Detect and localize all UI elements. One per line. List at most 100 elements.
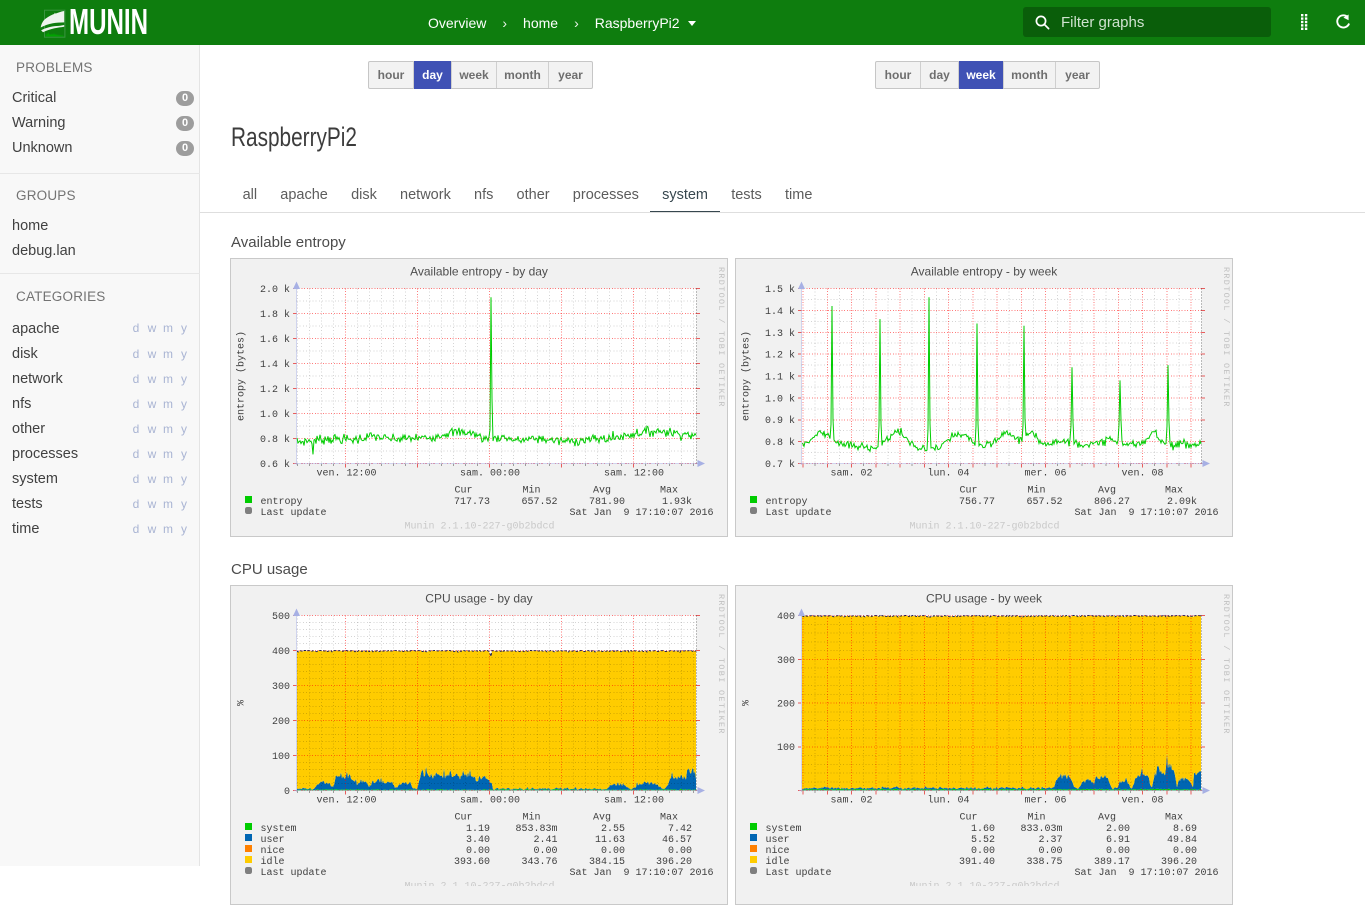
svg-text:Min: Min	[522, 812, 540, 824]
svg-text:1.60: 1.60	[971, 824, 995, 835]
svg-text:1.93k: 1.93k	[662, 496, 692, 508]
svg-text:lun. 04: lun. 04	[927, 795, 969, 807]
svg-text:Min: Min	[1027, 812, 1045, 824]
svg-text:200: 200	[272, 717, 290, 728]
svg-text:Avg: Avg	[1098, 486, 1116, 497]
svg-text:1.0 k: 1.0 k	[260, 409, 290, 421]
svg-text:2.55: 2.55	[601, 824, 625, 835]
svg-text:Last update: Last update	[261, 507, 327, 519]
svg-text:RRDTOOL / TOBI OETIKER: RRDTOOL / TOBI OETIKER	[716, 594, 726, 735]
svg-text:Cur: Cur	[959, 813, 977, 824]
svg-text:Cur: Cur	[454, 486, 472, 497]
svg-text:user: user	[766, 835, 790, 846]
svg-text:entropy (bytes): entropy (bytes)	[741, 331, 753, 421]
svg-text:0.6 k: 0.6 k	[260, 459, 290, 471]
svg-text:sam. 00:00: sam. 00:00	[460, 796, 520, 807]
svg-text:1.1 k: 1.1 k	[765, 372, 795, 384]
svg-text:2.09k: 2.09k	[1167, 496, 1197, 508]
svg-text:Sat Jan 9 17:10:07 2016: Sat Jan 9 17:10:07 2016	[569, 868, 713, 879]
svg-text:entropy (bytes): entropy (bytes)	[236, 331, 248, 421]
svg-text:Max: Max	[1165, 486, 1183, 497]
svg-text:Munin 2.1.10-227-g0b2bdcd: Munin 2.1.10-227-g0b2bdcd	[909, 881, 1059, 887]
svg-text:7.42: 7.42	[668, 824, 692, 835]
svg-text:0.8 k: 0.8 k	[260, 434, 290, 446]
svg-text:sam. 02: sam. 02	[830, 469, 872, 480]
svg-text:833.03m: 833.03m	[1020, 824, 1062, 835]
svg-text:%: %	[742, 700, 753, 706]
svg-text:0.00: 0.00	[1106, 846, 1130, 857]
svg-text:CPU usage - by day: CPU usage - by day	[425, 592, 532, 606]
svg-text:Last update: Last update	[766, 867, 832, 879]
svg-text:Avg: Avg	[593, 813, 611, 824]
svg-text:Munin 2.1.10-227-g0b2bdcd: Munin 2.1.10-227-g0b2bdcd	[404, 881, 554, 887]
svg-text:system: system	[766, 824, 802, 835]
svg-text:CPU usage - by week: CPU usage - by week	[926, 592, 1043, 606]
svg-text:Sat Jan 9 17:10:07 2016: Sat Jan 9 17:10:07 2016	[569, 508, 713, 519]
svg-text:Avg: Avg	[593, 486, 611, 497]
svg-text:Available entropy - by day: Available entropy - by day	[410, 265, 548, 279]
svg-text:RRDTOOL / TOBI OETIKER: RRDTOOL / TOBI OETIKER	[1221, 594, 1231, 735]
svg-text:0.8 k: 0.8 k	[765, 437, 795, 449]
svg-text:ven. 12:00: ven. 12:00	[316, 796, 376, 807]
svg-text:0: 0	[284, 787, 290, 798]
svg-text:657.52: 657.52	[521, 497, 557, 508]
svg-text:1.19: 1.19	[466, 824, 490, 835]
svg-text:0.00: 0.00	[533, 846, 557, 857]
svg-text:Sat Jan 9 17:10:07 2016: Sat Jan 9 17:10:07 2016	[1074, 868, 1218, 879]
svg-text:Cur: Cur	[959, 486, 977, 497]
svg-text:806.27: 806.27	[1094, 497, 1130, 508]
svg-text:343.76: 343.76	[521, 857, 557, 868]
svg-text:ven. 08: ven. 08	[1121, 796, 1163, 807]
svg-text:Sat Jan 9 17:10:07 2016: Sat Jan 9 17:10:07 2016	[1074, 508, 1218, 519]
svg-text:Last update: Last update	[261, 867, 327, 879]
svg-text:100: 100	[777, 743, 795, 754]
svg-text:1.6 k: 1.6 k	[260, 334, 290, 346]
svg-text:0.00: 0.00	[1038, 846, 1062, 857]
svg-text:8.69: 8.69	[1173, 824, 1197, 835]
svg-text:user: user	[261, 835, 285, 846]
svg-text:idle: idle	[261, 856, 285, 868]
svg-text:Min: Min	[522, 485, 540, 497]
svg-text:384.15: 384.15	[589, 857, 625, 868]
svg-text:657.52: 657.52	[1026, 497, 1062, 508]
svg-text:5.52: 5.52	[971, 835, 995, 846]
svg-text:1.0 k: 1.0 k	[765, 393, 795, 405]
svg-text:sam. 12:00: sam. 12:00	[604, 469, 664, 480]
svg-text:0.7 k: 0.7 k	[765, 459, 795, 471]
svg-text:mer. 06: mer. 06	[1024, 469, 1066, 480]
svg-text:46.57: 46.57	[662, 835, 692, 846]
svg-text:ven. 12:00: ven. 12:00	[316, 469, 376, 480]
svg-text:ven. 08: ven. 08	[1121, 469, 1163, 480]
svg-text:1.3 k: 1.3 k	[765, 328, 795, 340]
svg-text:391.40: 391.40	[959, 857, 995, 868]
svg-text:1.2 k: 1.2 k	[260, 384, 290, 396]
svg-text:11.63: 11.63	[595, 835, 625, 846]
svg-text:1.8 k: 1.8 k	[260, 309, 290, 321]
svg-text:1.4 k: 1.4 k	[765, 306, 795, 318]
svg-text:2.00: 2.00	[1106, 824, 1130, 835]
svg-text:0.00: 0.00	[971, 846, 995, 857]
svg-text:Last update: Last update	[766, 507, 832, 519]
svg-text:%: %	[237, 700, 248, 706]
svg-text:49.84: 49.84	[1167, 835, 1197, 846]
svg-text:396.20: 396.20	[656, 857, 692, 868]
svg-text:0.00: 0.00	[601, 846, 625, 857]
svg-text:0.00: 0.00	[668, 846, 692, 857]
svg-text:sam. 00:00: sam. 00:00	[460, 469, 520, 480]
svg-text:338.75: 338.75	[1026, 857, 1062, 868]
svg-text:nice: nice	[261, 845, 285, 857]
svg-text:1.5 k: 1.5 k	[765, 284, 795, 296]
svg-text:2.37: 2.37	[1038, 835, 1062, 846]
svg-text:Munin 2.1.10-227-g0b2bdcd: Munin 2.1.10-227-g0b2bdcd	[909, 521, 1059, 533]
svg-text:0.00: 0.00	[466, 846, 490, 857]
svg-text:300: 300	[777, 656, 795, 667]
svg-text:500: 500	[272, 612, 290, 623]
svg-text:756.77: 756.77	[959, 497, 995, 508]
svg-text:Max: Max	[660, 486, 678, 497]
svg-text:100: 100	[272, 752, 290, 763]
svg-text:781.90: 781.90	[589, 497, 625, 508]
svg-text:system: system	[261, 824, 297, 835]
svg-text:entropy: entropy	[766, 497, 808, 508]
svg-text:lun. 04: lun. 04	[927, 468, 969, 480]
svg-text:RRDTOOL / TOBI OETIKER: RRDTOOL / TOBI OETIKER	[1221, 267, 1231, 408]
